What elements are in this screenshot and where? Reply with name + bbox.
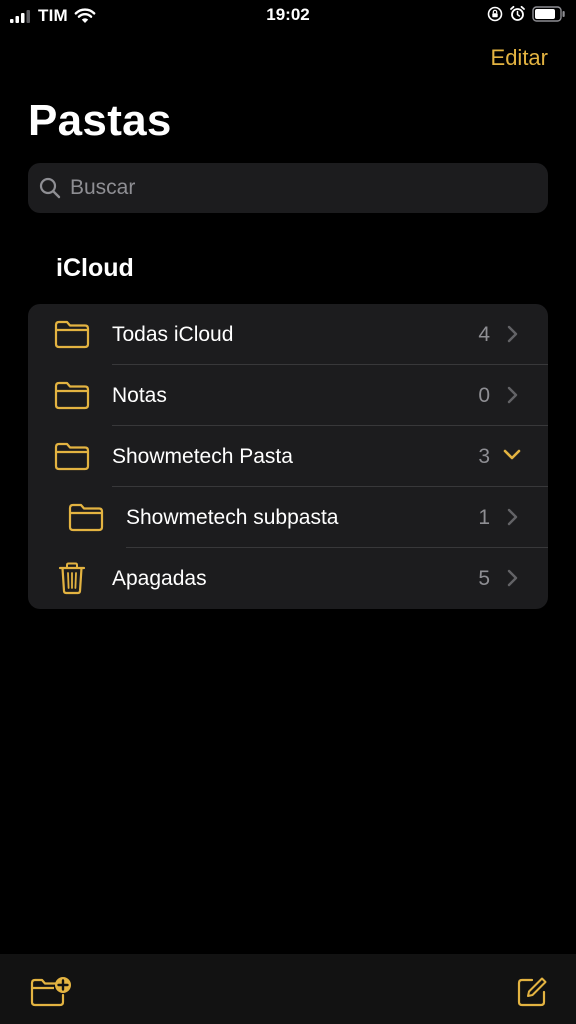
- folder-count: 5: [478, 566, 490, 590]
- status-right: [487, 5, 566, 22]
- rotation-lock-icon: [487, 6, 503, 21]
- search-icon: [39, 177, 61, 199]
- folder-row-notas[interactable]: Notas 0: [28, 365, 548, 426]
- chevron-right-icon: [507, 569, 518, 587]
- bottom-toolbar: [0, 954, 576, 1024]
- trash-icon: [58, 562, 86, 595]
- chevron-right-icon: [507, 386, 518, 404]
- search-input[interactable]: [70, 176, 510, 200]
- folder-row-todas-icloud[interactable]: Todas iCloud 4: [28, 304, 548, 365]
- folder-icon: [54, 381, 90, 410]
- folder-row-showmetech-subpasta[interactable]: Showmetech subpasta 1: [28, 487, 548, 548]
- chevron-right-icon: [507, 508, 518, 526]
- section-title-icloud[interactable]: iCloud: [56, 254, 134, 283]
- folder-count: 3: [478, 444, 490, 468]
- compose-icon[interactable]: [516, 976, 548, 1008]
- folder-count: 1: [478, 505, 490, 529]
- folder-icon: [54, 442, 90, 471]
- page-title: Pastas: [28, 96, 172, 145]
- status-bar: TIM 19:02: [0, 0, 576, 32]
- folder-icon: [54, 320, 90, 349]
- search-bar[interactable]: [28, 163, 548, 213]
- folder-list: Todas iCloud 4 Notas 0 Showmetech Pasta …: [28, 304, 548, 609]
- folder-label: Showmetech subpasta: [126, 505, 339, 529]
- folder-icon: [68, 503, 104, 532]
- battery-icon: [532, 5, 565, 22]
- folder-count: 4: [478, 322, 490, 346]
- folder-label: Todas iCloud: [112, 322, 234, 346]
- folder-label: Showmetech Pasta: [112, 444, 293, 468]
- folder-label: Apagadas: [112, 566, 207, 590]
- folder-row-showmetech-pasta[interactable]: Showmetech Pasta 3: [28, 426, 548, 487]
- edit-button[interactable]: Editar: [491, 45, 548, 71]
- new-folder-icon[interactable]: [30, 976, 72, 1008]
- folder-count: 0: [478, 383, 490, 407]
- alarm-icon: [510, 5, 525, 21]
- chevron-right-icon: [507, 325, 518, 343]
- folder-label: Notas: [112, 383, 167, 407]
- chevron-down-icon[interactable]: [502, 448, 522, 462]
- folder-row-apagadas[interactable]: Apagadas 5: [28, 548, 548, 609]
